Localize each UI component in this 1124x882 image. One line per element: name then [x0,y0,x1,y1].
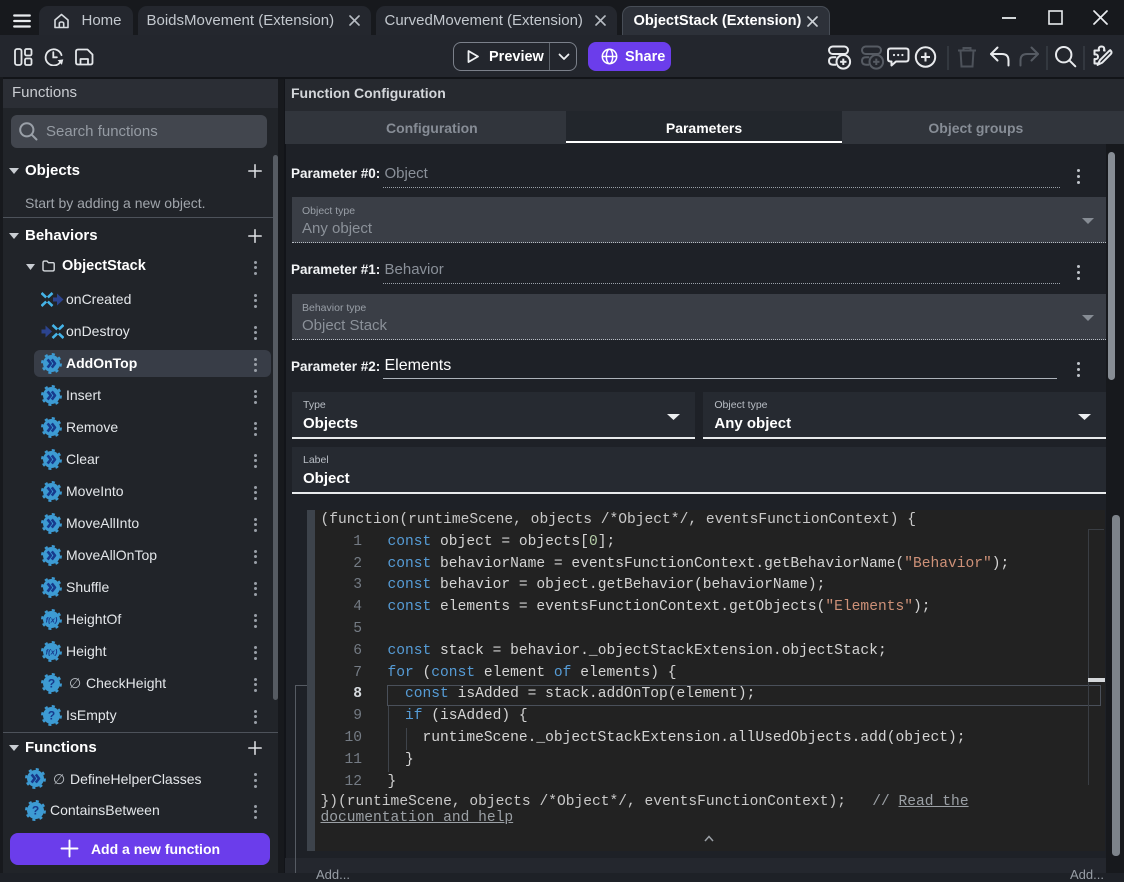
svg-text:?: ? [32,803,39,817]
svg-text:?: ? [48,708,55,722]
svg-text:f(x): f(x) [46,647,58,656]
svg-text:?: ? [48,676,55,690]
svg-text:f(x): f(x) [46,615,58,624]
